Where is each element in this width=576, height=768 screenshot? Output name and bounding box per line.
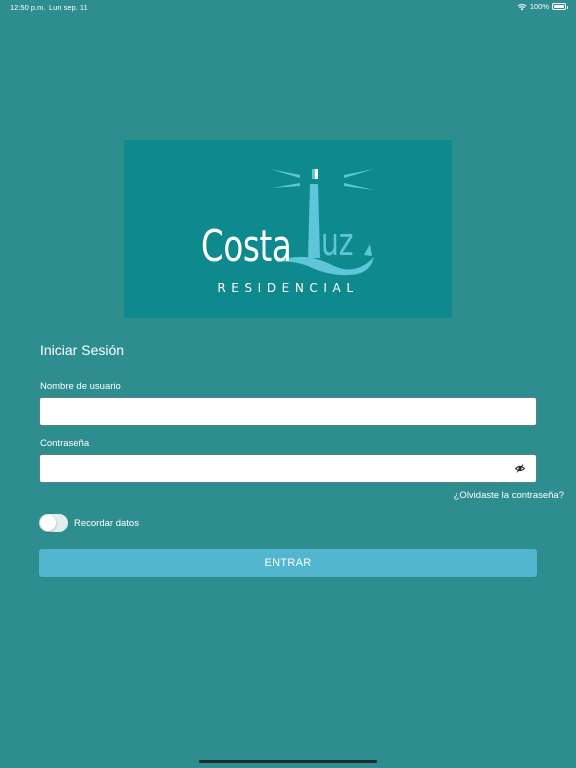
password-label: Contraseña <box>40 438 90 449</box>
home-indicator[interactable] <box>199 760 377 763</box>
costaluz-logo: Costa uz RESIDENCIAL <box>124 140 452 318</box>
wifi-icon <box>517 3 527 11</box>
remember-toggle[interactable] <box>39 514 68 532</box>
status-date: Lun sep. 11 <box>49 3 88 12</box>
login-screen: 12:50 p.m. Lun sep. 11 100% Costa uz RES… <box>0 0 576 768</box>
logo-graphic: Costa uz RESIDENCIAL <box>201 169 374 295</box>
username-input[interactable] <box>39 397 537 426</box>
logo-text-costa: Costa <box>201 221 291 272</box>
status-bar: 12:50 p.m. Lun sep. 11 100% <box>0 0 576 14</box>
logo-text-uz: uz <box>321 220 354 264</box>
remember-label: Recordar datos <box>74 518 139 529</box>
battery-icon <box>552 3 568 10</box>
battery-percent: 100% <box>529 2 549 11</box>
logo-tagline: RESIDENCIAL <box>217 281 358 295</box>
login-title: Iniciar Sesión <box>40 342 125 358</box>
login-button[interactable]: ENTRAR <box>39 549 537 577</box>
status-indicators: 100% <box>517 2 568 11</box>
toggle-knob <box>40 515 56 531</box>
status-time: 12:50 p.m. <box>10 3 46 12</box>
username-label: Nombre de usuario <box>40 381 121 392</box>
password-input[interactable] <box>39 454 537 483</box>
eye-icon[interactable] <box>515 464 525 473</box>
forgot-password-link[interactable]: ¿Olvidaste la contraseña? <box>454 490 564 501</box>
